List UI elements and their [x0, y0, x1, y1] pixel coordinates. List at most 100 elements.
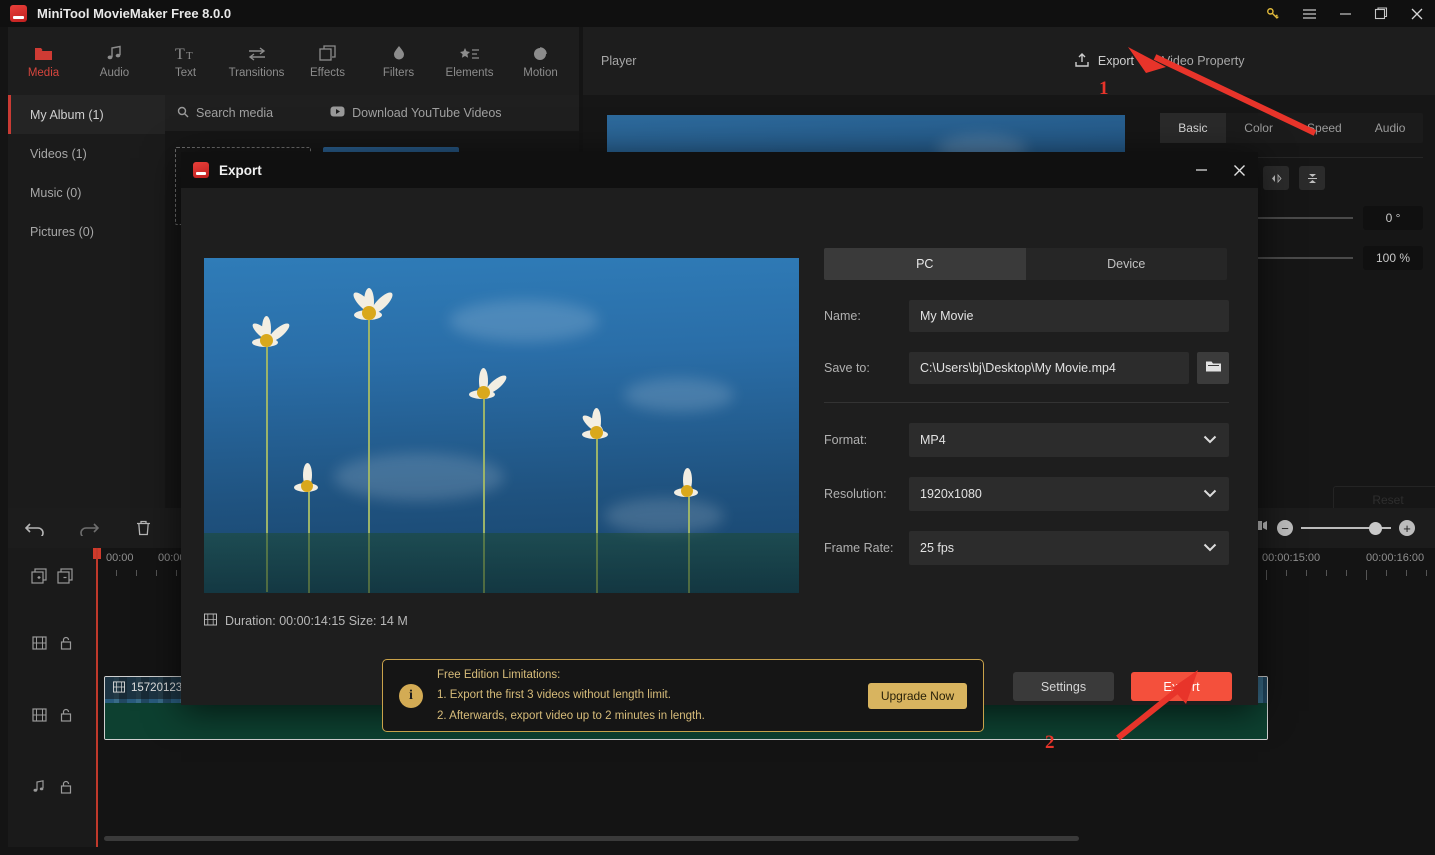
sidebar-item-my-album[interactable]: My Album (1) — [8, 95, 165, 134]
download-youtube-button[interactable]: Download YouTube Videos — [330, 106, 502, 120]
dialog-title: Export — [219, 162, 262, 178]
nav-label: Transitions — [228, 67, 285, 79]
dialog-close-icon[interactable] — [1220, 152, 1258, 188]
timeline-track-headers — [8, 548, 96, 847]
lock-icon[interactable] — [60, 636, 72, 653]
add-track-icon[interactable] — [30, 568, 48, 588]
playhead[interactable] — [96, 548, 98, 847]
tab-speed[interactable]: Speed — [1292, 113, 1358, 143]
resolution-row: Resolution: 1920x1080 — [824, 477, 1229, 511]
sidebar-item-videos[interactable]: Videos (1) — [8, 134, 165, 173]
nav-label: Audio — [99, 67, 130, 79]
timeline-scrollbar[interactable] — [104, 836, 1079, 841]
flip-horizontal-icon[interactable] — [1263, 166, 1289, 190]
rotation-value[interactable]: 0 ° — [1363, 206, 1423, 230]
video-track-icon[interactable] — [32, 635, 47, 653]
menu-icon[interactable] — [1291, 0, 1327, 27]
ruler-label: 00:00 — [106, 552, 134, 564]
music-note-icon — [106, 43, 124, 62]
zoom-out-icon[interactable]: − — [1277, 520, 1293, 536]
property-panel-title: Video Property — [1148, 27, 1435, 95]
format-row: Format: MP4 — [824, 423, 1229, 457]
tab-pc[interactable]: PC — [824, 248, 1026, 280]
nav-item-effects[interactable]: Effects — [292, 27, 363, 95]
player-title: Player — [601, 54, 637, 68]
zoom-slider-knob[interactable] — [1369, 521, 1382, 535]
dialog-minimize-icon[interactable] — [1182, 152, 1220, 188]
zoom-slider[interactable] — [1301, 521, 1391, 535]
settings-button[interactable]: Settings — [1013, 672, 1114, 701]
close-icon[interactable] — [1399, 0, 1435, 27]
browse-folder-button[interactable] — [1197, 352, 1229, 384]
minimize-icon[interactable] — [1327, 0, 1363, 27]
sidebar-item-pictures[interactable]: Pictures (0) — [8, 212, 165, 251]
duration-text: Duration: 00:00:14:15 Size: 14 M — [225, 614, 408, 628]
zoom-in-icon[interactable]: + — [1399, 520, 1415, 536]
format-select[interactable]: MP4 — [909, 423, 1229, 457]
duration-info: Duration: 00:00:14:15 Size: 14 M — [204, 613, 408, 629]
sidebar-item-label: My Album (1) — [30, 107, 104, 122]
tab-label: Basic — [1178, 121, 1208, 135]
video-track-icon[interactable] — [32, 707, 47, 725]
tab-label: Speed — [1307, 121, 1342, 135]
app-logo-icon — [10, 5, 27, 22]
resolution-select[interactable]: 1920x1080 — [909, 477, 1229, 511]
tab-label: PC — [916, 257, 934, 271]
divider — [824, 402, 1229, 403]
annotation-number-1: 1 — [1099, 78, 1109, 99]
redo-icon[interactable] — [62, 508, 116, 548]
sidebar-item-label: Pictures (0) — [30, 224, 94, 239]
key-icon[interactable] — [1255, 0, 1291, 27]
clip-label: 15720123 — [105, 677, 191, 699]
flip-vertical-icon[interactable] — [1299, 166, 1325, 190]
chevron-down-icon — [1203, 433, 1217, 447]
save-to-input[interactable]: C:\Users\bj\Desktop\My Movie.mp4 — [909, 352, 1189, 384]
player-export-label: Export — [1097, 54, 1134, 68]
format-label: Format: — [824, 433, 868, 447]
motion-icon — [532, 43, 550, 62]
tab-basic[interactable]: Basic — [1160, 113, 1226, 143]
remove-track-icon[interactable] — [56, 568, 74, 588]
search-input[interactable]: Search media — [177, 106, 273, 121]
nav-item-filters[interactable]: Filters — [363, 27, 434, 95]
frame-rate-row: Frame Rate: 25 fps — [824, 531, 1229, 565]
tab-color[interactable]: Color — [1226, 113, 1292, 143]
tab-audio[interactable]: Audio — [1357, 113, 1423, 143]
undo-icon[interactable] — [8, 508, 62, 548]
name-input[interactable]: My Movie — [909, 300, 1229, 332]
dialog-window-controls — [1182, 152, 1258, 188]
nav-item-elements[interactable]: Elements — [434, 27, 505, 95]
ruler-label: 00:00:15:00 — [1262, 552, 1321, 564]
nav-item-transitions[interactable]: Transitions — [221, 27, 292, 95]
property-tabs: Basic Color Speed Audio — [1160, 113, 1423, 143]
resolution-value: 1920x1080 — [920, 487, 982, 501]
lock-icon[interactable] — [60, 708, 72, 725]
format-value: MP4 — [920, 433, 946, 447]
chevron-down-icon — [1203, 541, 1217, 555]
scale-value[interactable]: 100 % — [1363, 246, 1423, 270]
sidebar-item-music[interactable]: Music (0) — [8, 173, 165, 212]
notice-text: Free Edition Limitations: 1. Export the … — [437, 665, 705, 725]
media-sidebar: My Album (1) Videos (1) Music (0) Pictur… — [8, 95, 165, 508]
nav-item-media[interactable]: Media — [8, 27, 79, 95]
tab-device[interactable]: Device — [1026, 248, 1228, 280]
audio-track-icon[interactable] — [32, 779, 47, 797]
property-panel-title-text: Video Property — [1162, 54, 1245, 68]
dialog-logo-icon — [193, 162, 209, 178]
nav-item-text[interactable]: TT Text — [150, 27, 221, 95]
delete-icon[interactable] — [116, 508, 170, 548]
player-export-button[interactable]: Export — [1074, 52, 1134, 71]
export-dialog: Export Duration: 00:00:14:15 Size: 14 M … — [181, 152, 1258, 732]
export-button[interactable]: Export — [1131, 672, 1232, 701]
upgrade-now-button[interactable]: Upgrade Now — [868, 682, 967, 709]
download-youtube-label: Download YouTube Videos — [352, 106, 502, 120]
video-file-icon — [113, 680, 125, 696]
frame-rate-select[interactable]: 25 fps — [909, 531, 1229, 565]
maximize-icon[interactable] — [1363, 0, 1399, 27]
nav-item-motion[interactable]: Motion — [505, 27, 576, 95]
annotation-number-2: 2 — [1045, 732, 1055, 753]
main-toolbar: Media Audio TT Text Transitions Effects — [8, 27, 579, 95]
lock-icon[interactable] — [60, 780, 72, 797]
dialog-titlebar: Export — [181, 152, 1258, 188]
nav-item-audio[interactable]: Audio — [79, 27, 150, 95]
